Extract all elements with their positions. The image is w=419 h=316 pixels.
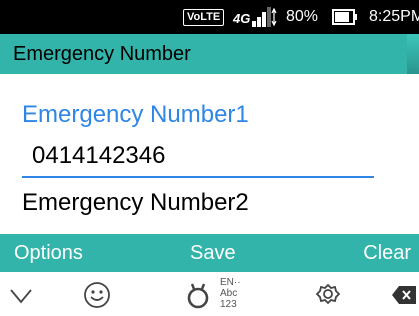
backspace-icon[interactable] bbox=[390, 280, 416, 310]
network-type: 4G bbox=[233, 11, 251, 26]
emergency-number1-input[interactable] bbox=[32, 141, 362, 171]
clock: 8:25PM bbox=[369, 8, 419, 25]
input-mode-label: EN·· Abc 123 bbox=[220, 277, 241, 310]
action-bar: Options Save Clear bbox=[0, 234, 419, 272]
emergency-number-screen: VoLTE 4G 80% 8:25PM Emergency Number Eme… bbox=[0, 0, 419, 316]
settings-icon[interactable] bbox=[314, 280, 342, 310]
emergency-number1-label: Emergency Number1 bbox=[22, 101, 249, 128]
battery-percent: 80% bbox=[286, 8, 319, 25]
volte-badge: VoLTE bbox=[183, 9, 225, 26]
page-title: Emergency Number bbox=[13, 43, 191, 65]
title-bar: Emergency Number bbox=[0, 34, 419, 74]
emergency-number2-field[interactable]: Emergency Number2 bbox=[22, 189, 249, 217]
status-bar: VoLTE 4G 80% 8:25PM bbox=[0, 0, 419, 34]
signal-icon bbox=[252, 7, 277, 27]
save-button[interactable]: Save bbox=[190, 242, 236, 265]
emergency-number1-underline bbox=[22, 176, 374, 178]
title-bar-edge bbox=[407, 34, 419, 74]
clear-button[interactable]: Clear bbox=[363, 242, 411, 265]
keyboard-toolbar: EN·· Abc 123 bbox=[0, 272, 419, 316]
battery-icon bbox=[332, 9, 357, 25]
chevron-down-icon[interactable] bbox=[8, 280, 34, 310]
options-button[interactable]: Options bbox=[14, 242, 83, 265]
input-mode-icon[interactable] bbox=[184, 280, 212, 310]
emoji-icon[interactable] bbox=[82, 280, 112, 310]
